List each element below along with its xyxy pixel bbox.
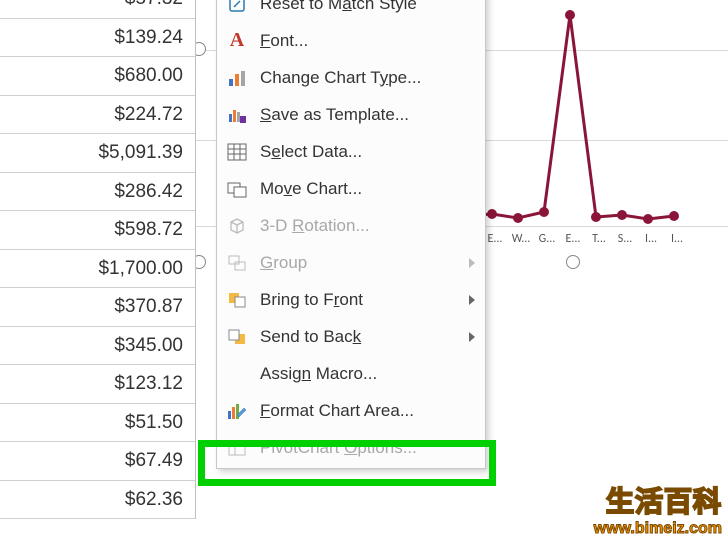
x-tick: G... xyxy=(534,232,560,246)
x-tick: W... xyxy=(508,232,534,246)
menu-bring-to-front[interactable]: Bring to Front xyxy=(217,281,485,318)
menu-label: Change Chart Type... xyxy=(260,68,475,88)
reset-style-icon xyxy=(224,0,250,16)
cell[interactable]: $5,091.39 xyxy=(0,134,195,173)
cell[interactable]: $370.87 xyxy=(0,288,195,327)
cell[interactable]: $1,700.00 xyxy=(0,250,195,289)
submenu-arrow-icon xyxy=(469,295,475,305)
watermark: 生活百科 www.bimeiz.com xyxy=(594,480,722,538)
cell[interactable]: $680.00 xyxy=(0,57,195,96)
format-chart-icon xyxy=(224,399,250,423)
cell[interactable]: $51.50 xyxy=(0,404,195,443)
menu-label: Save as Template... xyxy=(260,105,475,125)
watermark-title: 生活百科 xyxy=(594,480,722,520)
blank-icon xyxy=(224,362,250,386)
cube-icon xyxy=(224,214,250,238)
menu-group: Group xyxy=(217,244,485,281)
x-tick: E... xyxy=(560,232,586,246)
cell[interactable]: $598.72 xyxy=(0,211,195,250)
spreadsheet-column[interactable]: $57.32 $139.24 $680.00 $224.72 $5,091.39… xyxy=(0,0,196,519)
menu-format-chart-area[interactable]: Format Chart Area... xyxy=(217,392,485,429)
menu-assign-macro[interactable]: Assign Macro... xyxy=(217,355,485,392)
submenu-arrow-icon xyxy=(469,258,475,268)
menu-label: Font... xyxy=(260,31,475,51)
x-tick: S... xyxy=(612,232,638,246)
cell[interactable]: $224.72 xyxy=(0,96,195,135)
menu-label: Send to Back xyxy=(260,327,469,347)
pivot-options-icon xyxy=(224,436,250,460)
menu-reset-match-style[interactable]: Reset to Match Style xyxy=(217,0,485,22)
watermark-url: www.bimeiz.com xyxy=(594,520,722,538)
cell[interactable]: $62.36 xyxy=(0,481,195,520)
move-chart-icon xyxy=(224,177,250,201)
menu-label: Format Chart Area... xyxy=(260,401,475,421)
menu-save-template[interactable]: Save as Template... xyxy=(217,96,485,133)
submenu-arrow-icon xyxy=(469,332,475,342)
send-back-icon xyxy=(224,325,250,349)
select-data-icon xyxy=(224,140,250,164)
chart-type-icon xyxy=(224,66,250,90)
menu-label: Assign Macro... xyxy=(260,364,475,384)
cell[interactable]: $123.12 xyxy=(0,365,195,404)
menu-label: Group xyxy=(260,253,469,273)
x-tick: T... xyxy=(586,232,612,246)
menu-3d-rotation: 3-D Rotation... xyxy=(217,207,485,244)
cell[interactable]: $139.24 xyxy=(0,19,195,58)
menu-change-chart-type[interactable]: Change Chart Type... xyxy=(217,59,485,96)
menu-label: Move Chart... xyxy=(260,179,475,199)
menu-pivotchart-options: PivotChart Options... xyxy=(217,429,485,466)
group-icon xyxy=(224,251,250,275)
context-menu: Reset to Match Style A Font... Change Ch… xyxy=(216,0,486,469)
bring-front-icon xyxy=(224,288,250,312)
cell[interactable]: $286.42 xyxy=(0,173,195,212)
menu-label: Select Data... xyxy=(260,142,475,162)
cell[interactable]: $345.00 xyxy=(0,327,195,366)
chart-x-axis: I... E... W... G... E... T... S... I... … xyxy=(456,232,690,246)
menu-font[interactable]: A Font... xyxy=(217,22,485,59)
menu-label: 3-D Rotation... xyxy=(260,216,475,236)
x-tick: I... xyxy=(664,232,690,246)
x-tick: I... xyxy=(638,232,664,246)
menu-move-chart[interactable]: Move Chart... xyxy=(217,170,485,207)
menu-select-data[interactable]: Select Data... xyxy=(217,133,485,170)
menu-label: Bring to Front xyxy=(260,290,469,310)
menu-label: Reset to Match Style xyxy=(260,0,475,14)
save-template-icon xyxy=(224,103,250,127)
font-icon: A xyxy=(224,29,250,53)
menu-send-to-back[interactable]: Send to Back xyxy=(217,318,485,355)
menu-label: PivotChart Options... xyxy=(260,438,475,458)
cell[interactable]: $67.49 xyxy=(0,442,195,481)
cell[interactable]: $57.32 xyxy=(0,0,195,19)
